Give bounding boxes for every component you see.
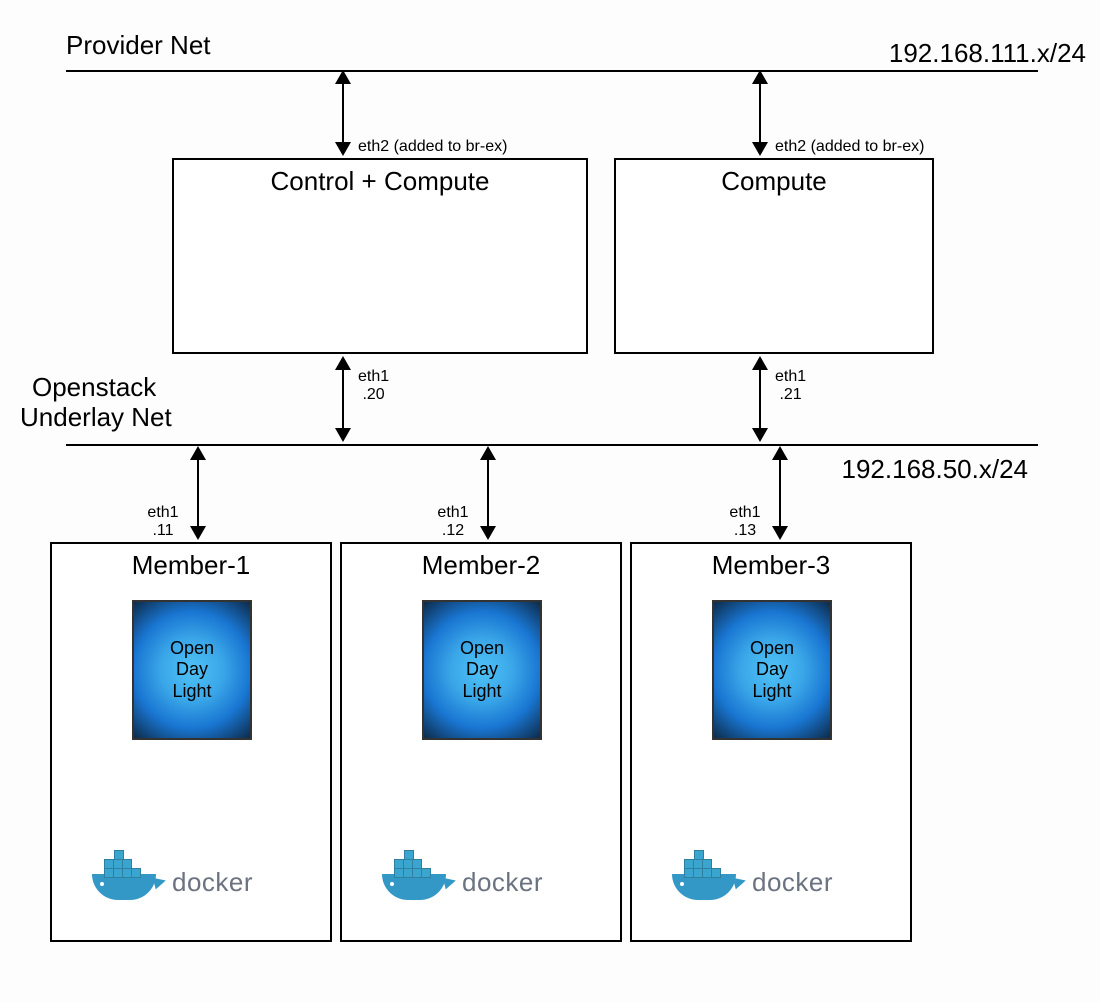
member2-addr: .12 <box>442 522 464 539</box>
arrow-provider-compute <box>754 70 766 156</box>
member-1-app-line1: Open <box>170 638 214 658</box>
arrow-underlay-member3 <box>774 446 786 540</box>
docker-whale-icon <box>672 854 746 900</box>
docker-whale-icon <box>382 854 456 900</box>
member-1-title: Member-1 <box>52 544 330 581</box>
member-3-app-line1: Open <box>750 638 794 658</box>
control-bottom-addr: .20 <box>362 386 384 403</box>
control-bottom-iface-name: eth1 <box>358 368 389 385</box>
underlay-net-label-2: Underlay Net <box>20 402 172 433</box>
arrow-control-underlay <box>337 356 349 442</box>
compute-bottom-addr: .21 <box>779 386 801 403</box>
compute-bottom-iface-name: eth1 <box>775 368 806 385</box>
member-3-odl-app: Open Day Light <box>712 600 832 740</box>
control-bottom-iface: eth1 .20 <box>358 368 389 405</box>
member-2-docker-logo: docker <box>382 854 543 900</box>
control-compute-title: Control + Compute <box>174 160 586 197</box>
compute-title: Compute <box>616 160 932 197</box>
member2-iface: eth1 .12 <box>428 504 478 541</box>
underlay-net-label-1: Openstack <box>32 372 156 403</box>
member1-addr: .11 <box>152 522 173 539</box>
compute-bottom-iface: eth1 .21 <box>775 368 806 405</box>
member-3-app-line2: Day <box>756 659 788 679</box>
provider-net-label: Provider Net <box>66 30 211 61</box>
member-3-node: Member-3 Open Day Light docker <box>630 542 912 942</box>
member-2-app-line2: Day <box>466 659 498 679</box>
member-1-app-line2: Day <box>176 659 208 679</box>
member-2-title: Member-2 <box>342 544 620 581</box>
underlay-net-cidr: 192.168.50.x/24 <box>842 454 1029 485</box>
underlay-net-line <box>66 444 1038 446</box>
provider-net-cidr: 192.168.111.x/24 <box>889 38 1086 69</box>
member-2-app-line3: Light <box>462 681 501 701</box>
member-1-docker-logo: docker <box>92 854 253 900</box>
provider-net-line <box>66 70 1038 72</box>
member3-iface: eth1 .13 <box>720 504 770 541</box>
member-1-node: Member-1 Open Day Light docker <box>50 542 332 942</box>
arrow-underlay-member1 <box>192 446 204 540</box>
member-3-runtime-label: docker <box>752 867 833 898</box>
member1-iface: eth1 .11 <box>138 504 188 541</box>
member-1-odl-app: Open Day Light <box>132 600 252 740</box>
member-3-title: Member-3 <box>632 544 910 581</box>
arrow-compute-underlay <box>754 356 766 442</box>
member-2-node: Member-2 Open Day Light docker <box>340 542 622 942</box>
member-2-odl-app: Open Day Light <box>422 600 542 740</box>
member2-iface-name: eth1 <box>437 504 468 521</box>
compute-top-iface-label: eth2 (added to br-ex) <box>775 138 924 156</box>
control-compute-node: Control + Compute <box>172 158 588 354</box>
member-3-docker-logo: docker <box>672 854 833 900</box>
arrow-underlay-member2 <box>482 446 494 540</box>
member-2-app-line1: Open <box>460 638 504 658</box>
member1-iface-name: eth1 <box>147 504 178 521</box>
member-3-app-line3: Light <box>752 681 791 701</box>
member-1-app-line3: Light <box>172 681 211 701</box>
member3-iface-name: eth1 <box>729 504 760 521</box>
control-top-iface-label: eth2 (added to br-ex) <box>358 138 507 156</box>
compute-node: Compute <box>614 158 934 354</box>
member3-addr: .13 <box>734 522 756 539</box>
member-1-runtime-label: docker <box>172 867 253 898</box>
docker-whale-icon <box>92 854 166 900</box>
arrow-provider-control <box>337 70 349 156</box>
member-2-runtime-label: docker <box>462 867 543 898</box>
